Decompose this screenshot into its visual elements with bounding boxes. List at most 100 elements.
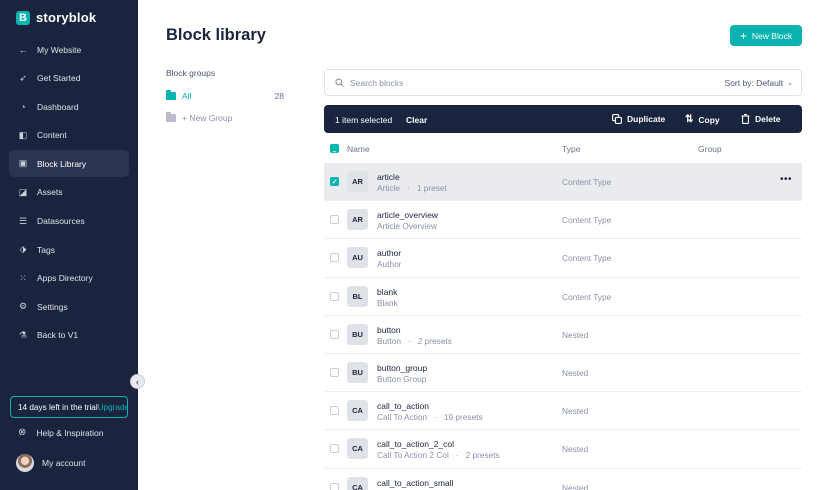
table-row[interactable]: AR article_overview Article Overview Conten… [324, 201, 802, 240]
block-display-name: Button Group [377, 373, 427, 384]
block-badge: CA [347, 400, 368, 422]
row-checkbox[interactable] [330, 444, 339, 454]
table-row[interactable]: CA call_to_action Call To Action · 19 preset… [324, 392, 802, 431]
block-subtitle: Author [377, 259, 401, 269]
brand-name: storyblok [36, 10, 97, 25]
column-name[interactable]: Name [347, 144, 370, 154]
sidebar-item-my-website[interactable]: ← My Website [9, 36, 129, 63]
row-checkbox[interactable] [330, 482, 339, 490]
block-subtitle: Button · 2 presets [377, 336, 452, 346]
delete-button[interactable]: Delete [741, 114, 781, 124]
row-checkbox[interactable] [330, 329, 339, 339]
sidebar-nav: ← My Website ➶ Get Started ◔ Dashboard ◧ Conten… [9, 36, 129, 351]
row-checkbox[interactable]: ✓ [330, 177, 339, 186]
row-checkbox[interactable] [330, 253, 339, 263]
block-library-icon: ▣ [18, 158, 28, 169]
gauge-icon: ◔ [20, 101, 26, 112]
row-checkbox[interactable] [330, 291, 339, 301]
column-type[interactable]: Type [562, 144, 580, 154]
datasources-icon: ☰ [18, 215, 28, 226]
sidebar-item-label: Dashboard [37, 101, 79, 112]
table-row[interactable]: CAcall_to_action_smallCall To Action Sma… [324, 469, 802, 490]
block-display-name: Blank [377, 297, 398, 308]
storyblok-logo[interactable]: B storyblok [16, 10, 96, 25]
block-name: author [377, 248, 402, 259]
sidebar-item-get-started[interactable]: ➶ Get Started [9, 65, 129, 92]
search-input[interactable] [350, 77, 725, 88]
block-badge: AR [347, 209, 368, 231]
column-group[interactable]: Group [698, 144, 722, 154]
sidebar-item-content[interactable]: ◧ Content [9, 122, 129, 149]
block-type: Content Type [562, 253, 612, 264]
sidebar-item-label: My Website [37, 44, 82, 55]
table-row[interactable]: AU author Author Content Type [324, 239, 802, 278]
sidebar-item-assets[interactable]: ◪ Assets [9, 179, 129, 206]
block-type: Nested [562, 444, 589, 455]
clear-selection-button[interactable]: Clear [406, 115, 427, 125]
table-row[interactable]: CA call_to_action_2_col Call To Action 2 C… [324, 430, 802, 469]
storyblok-logo-icon: B [16, 10, 30, 25]
table-row[interactable]: BU button Button · 2 presets Nested [324, 316, 802, 354]
row-checkbox[interactable] [330, 406, 339, 416]
block-badge: BU [347, 361, 368, 383]
tag-icon: ⬗ [19, 244, 27, 255]
my-account[interactable]: My account [16, 454, 85, 472]
copy-button[interactable]: ⇅ Copy [685, 114, 720, 125]
table-header: – Name Type Group [324, 140, 802, 160]
trial-banner[interactable]: 14 days left in the trial Upgrade [10, 396, 128, 418]
dot-separator: · [455, 450, 459, 461]
group-all[interactable]: All 28 [166, 90, 284, 101]
group-all-label: All [182, 91, 192, 101]
more-options-icon[interactable]: ••• [780, 174, 792, 185]
assets-icon: ◪ [18, 186, 28, 197]
new-block-label: New Block [751, 30, 793, 41]
new-block-button[interactable]: + New Block [730, 25, 802, 46]
block-table: ✓ AR article Article · 1 preset Content Type ••… [324, 163, 802, 490]
block-presets: 2 presets [465, 450, 500, 461]
sort-dropdown[interactable]: Sort by: Default ⌄ [725, 78, 793, 88]
table-row[interactable]: BU button_group Button Group Nested [324, 354, 802, 393]
dot-separator: · [408, 335, 411, 346]
copy-label: Copy [698, 114, 720, 125]
sidebar-item-apps-directory[interactable]: ⁙ Apps Directory [9, 265, 129, 292]
block-badge: BU [347, 323, 368, 345]
lifebuoy-icon: ⊗ [18, 427, 27, 438]
sidebar-item-label: Get Started [37, 73, 81, 84]
collapse-sidebar-button[interactable]: ‹ [130, 374, 145, 389]
sidebar-item-block-library[interactable]: ▣ Block Library [9, 150, 129, 178]
sidebar-item-back-to-v1[interactable]: ⚗ Back to V1 [9, 322, 129, 349]
table-row[interactable]: ✓ AR article Article · 1 preset Content Type ••… [324, 163, 802, 202]
sidebar-item-label: Datasources [37, 216, 85, 227]
duplicate-button[interactable]: Duplicate [612, 114, 665, 124]
search-icon [335, 78, 344, 87]
new-group-button[interactable]: + New Group [166, 112, 232, 123]
upgrade-link[interactable]: Upgrade [98, 403, 127, 412]
block-type: Nested [562, 406, 589, 417]
select-all-checkbox[interactable]: – [330, 144, 339, 156]
sidebar: B storyblok ← My Website ➶ Get Started ◔ Dash… [0, 0, 138, 490]
block-display-name: Author [377, 259, 402, 270]
apps-icon: ⁙ [19, 272, 27, 283]
block-type: Content Type [562, 291, 612, 302]
table-row[interactable]: BL blank Blank Content Type [324, 278, 802, 316]
sidebar-item-datasources[interactable]: ☰ Datasources [9, 208, 129, 235]
sidebar-item-label: Block Library [37, 158, 87, 169]
sidebar-item-settings[interactable]: ⚙ Settings [9, 293, 129, 320]
block-display-name: Article [377, 183, 401, 193]
block-display-name: Button [377, 335, 401, 346]
sidebar-item-dashboard[interactable]: ◔ Dashboard [9, 93, 129, 120]
row-checkbox[interactable] [330, 215, 339, 225]
avatar [16, 454, 34, 472]
block-type: Nested [562, 482, 589, 490]
duplicate-icon [612, 114, 622, 124]
sidebar-item-tags[interactable]: ⬗ Tags [9, 236, 129, 263]
block-badge: AR [347, 171, 368, 192]
block-subtitle: Article · 1 preset [377, 183, 447, 193]
checkmark-icon: ✓ [331, 178, 338, 186]
selection-toolbar: 1 item selected Clear Duplicate ⇅ Copy D… [324, 105, 802, 133]
sidebar-item-label: Tags [37, 244, 55, 255]
row-checkbox[interactable] [330, 367, 339, 377]
help-inspiration[interactable]: ⊗ Help & Inspiration [18, 427, 103, 438]
block-subtitle: Blank [377, 298, 398, 308]
sidebar-item-label: Settings [37, 301, 68, 312]
